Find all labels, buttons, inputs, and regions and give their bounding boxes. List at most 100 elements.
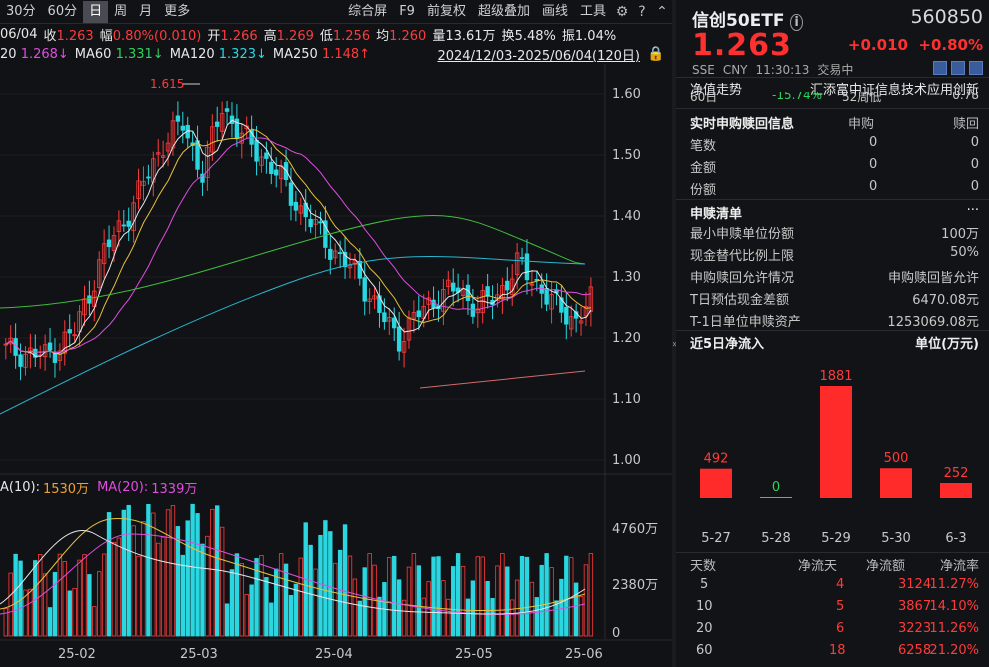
inflow-value-label: 492 xyxy=(704,452,729,467)
moving-average-lines xyxy=(0,120,591,414)
volume-bar xyxy=(422,598,426,636)
tab-more[interactable]: 更多 xyxy=(158,1,196,23)
volume-bar xyxy=(309,545,313,636)
volume-bar xyxy=(501,554,505,636)
volume-bar xyxy=(589,554,593,636)
candle-body xyxy=(265,153,269,158)
settings-icon[interactable]: ⚙ xyxy=(612,2,632,22)
redemption-row: 现金替代比例上限50% xyxy=(676,245,989,267)
volume-bar xyxy=(329,532,333,636)
ma-info-bar: 20 1.268↓ MA60 1.331↓ MA120 1.323↓ MA250… xyxy=(0,44,672,64)
volume-bar xyxy=(9,573,13,636)
candle-body xyxy=(319,222,323,223)
volume-bar xyxy=(560,579,564,636)
lock-icon[interactable]: 🔒 xyxy=(646,44,666,64)
inflow-bar xyxy=(940,483,972,498)
tab-week[interactable]: 周 xyxy=(108,1,133,23)
volume-bar xyxy=(476,557,480,636)
volume-bar xyxy=(289,595,293,636)
inflow-date-label: 6-3 xyxy=(945,531,966,546)
candle-body xyxy=(88,296,92,303)
candle-body xyxy=(122,225,126,226)
volume-bar xyxy=(137,556,141,636)
time-label: 11:30:13 xyxy=(756,63,810,77)
composite-screen-button[interactable]: 综合屏 xyxy=(342,1,393,23)
candle-body xyxy=(451,283,455,291)
volume-bar xyxy=(402,600,406,636)
edit-icon[interactable] xyxy=(933,61,947,75)
realtime-header: 实时申购赎回信息 申购 赎回 xyxy=(676,113,989,135)
volume-bar xyxy=(142,521,146,636)
date-axis: 25-02 25-03 25-04 25-05 25-06 xyxy=(58,647,603,662)
tools-button[interactable]: 工具 xyxy=(574,1,612,23)
date-tick: 25-02 xyxy=(58,647,96,662)
help-icon[interactable]: ? xyxy=(632,2,652,22)
price-change: +0.010 +0.80% xyxy=(848,36,983,54)
grid-icon[interactable] xyxy=(969,61,983,75)
volume-tick: 4760万 xyxy=(612,522,658,537)
ma250-line xyxy=(420,371,585,388)
volume-bar xyxy=(29,589,33,636)
price-tick: 1.50 xyxy=(612,148,641,163)
volume-bar xyxy=(117,538,121,636)
volume-bar xyxy=(225,604,229,636)
realtime-row: 金额00 xyxy=(676,157,989,179)
draw-line-button[interactable]: 画线 xyxy=(536,1,574,23)
candle-body xyxy=(520,258,524,259)
nav-period-row: 60日 -15.74% 52周低 0.78 xyxy=(676,92,989,106)
ma60-label: MA60 1.331↓ xyxy=(75,47,164,62)
ma20-label: 20 1.268↓ xyxy=(0,47,69,62)
candle-body xyxy=(363,278,367,301)
volume-bar xyxy=(456,554,460,636)
volume-bar xyxy=(481,557,485,636)
inflow-value-label: 252 xyxy=(944,466,969,481)
candle-body xyxy=(294,202,298,210)
candle-body xyxy=(181,126,185,130)
volume-bar xyxy=(294,584,298,636)
tab-30min[interactable]: 30分 xyxy=(0,1,42,23)
volume-bar xyxy=(191,504,195,636)
date-range-label[interactable]: 2024/12/03-2025/06/04(120日) xyxy=(437,45,640,64)
tab-day[interactable]: 日 xyxy=(83,1,108,23)
vol-ma10-value: 1530万 xyxy=(43,478,89,497)
volume-bar xyxy=(545,554,549,636)
f9-button[interactable]: F9 xyxy=(393,1,421,23)
tab-month[interactable]: 月 xyxy=(133,1,158,23)
volume-bar xyxy=(358,601,362,636)
last-price: 1.263 xyxy=(692,28,792,63)
volume-bar xyxy=(451,567,455,636)
volume-bar xyxy=(122,510,126,636)
volume-bar xyxy=(388,557,392,636)
view-icons xyxy=(933,61,983,75)
more-icon[interactable]: ··· xyxy=(967,203,979,218)
turnover-label: 换5.48% xyxy=(502,25,556,44)
volume-bar xyxy=(14,554,18,636)
candle-body xyxy=(127,221,131,226)
candle-body xyxy=(392,318,396,328)
volume-bar xyxy=(363,568,367,636)
volume-bar xyxy=(565,556,569,636)
forward-adjust-button[interactable]: 前复权 xyxy=(421,1,472,23)
volume-bar xyxy=(176,526,180,636)
flow-table-row: 20 6 3223 11.26% xyxy=(676,621,989,643)
ohlc-info-bar: 06/04 收1.263 幅0.80%(0.010) 开1.266 高1.269… xyxy=(0,24,672,44)
candle-body xyxy=(525,254,529,280)
volume-bar xyxy=(88,575,92,636)
volume-bar xyxy=(407,567,411,636)
split-icon[interactable] xyxy=(951,61,965,75)
redemption-row: 最小申赎单位份额100万 xyxy=(676,223,989,245)
quote-side-panel: 信创50ETF i 560850 1.263 +0.010 +0.80% SSE… xyxy=(676,0,989,667)
super-overlay-button[interactable]: 超级叠加 xyxy=(472,1,536,23)
volume-bar xyxy=(510,600,514,636)
kline-chart-panel[interactable]: 30分 60分 日 周 月 更多 综合屏 F9 前复权 超级叠加 画线 工具 ⚙… xyxy=(0,0,672,667)
volume-bar xyxy=(78,560,82,636)
candlestick-chart[interactable]: 1.60 1.50 1.40 1.30 1.20 1.10 1.00 1.615… xyxy=(0,64,672,667)
high-marker: 1.615 xyxy=(150,77,184,91)
expand-icon[interactable]: ⌃ xyxy=(652,2,672,22)
realtime-row: 份额00 xyxy=(676,179,989,201)
candle-body xyxy=(329,249,333,259)
volume-bar xyxy=(171,506,175,636)
tab-60min[interactable]: 60分 xyxy=(42,1,84,23)
quote-meta: SSECNY11:30:13交易中 xyxy=(692,61,861,78)
swing-label: 振1.04% xyxy=(562,25,616,44)
